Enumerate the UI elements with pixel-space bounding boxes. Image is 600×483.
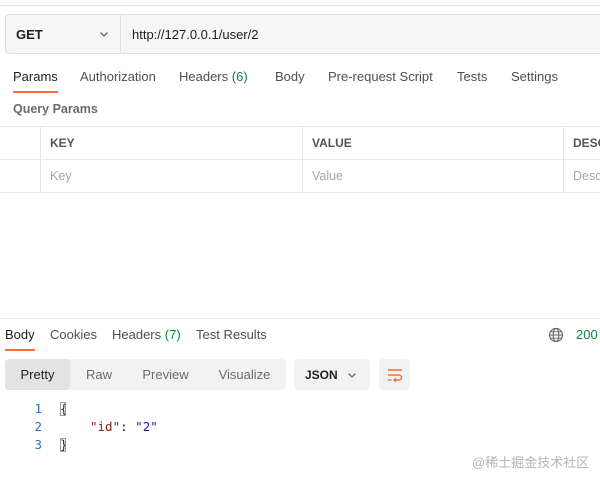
response-tab-body-label: Body — [5, 327, 35, 342]
url-text: http://127.0.0.1/user/2 — [132, 26, 259, 42]
json-separator: : — [120, 419, 136, 434]
top-divider — [0, 5, 600, 6]
tab-authorization-label: Authorization — [80, 69, 156, 84]
request-bar: GET http://127.0.0.1/user/2 — [5, 14, 600, 54]
response-tab-test-results-label: Test Results — [196, 327, 267, 342]
tab-pre-request-script-label: Pre-request Script — [328, 69, 433, 84]
method-label: GET — [16, 26, 43, 42]
response-status-code: 200 — [576, 327, 598, 342]
code-line: 2 "id": "2" — [0, 418, 600, 436]
params-table: KEY VALUE DESC Key Value Desc — [0, 126, 600, 193]
tab-params[interactable]: Params — [13, 66, 58, 93]
tab-tests-label: Tests — [457, 69, 488, 84]
tab-settings[interactable]: Settings — [511, 66, 558, 88]
line-number: 1 — [34, 401, 42, 416]
chevron-down-icon — [348, 372, 356, 378]
response-body-code: 1 { 2 "id": "2" 3 } — [0, 400, 600, 454]
tab-body-label: Body — [275, 69, 305, 84]
watermark: @稀土掘金技术社区 — [472, 455, 590, 470]
tab-headers-count: (6) — [231, 69, 248, 84]
value-input[interactable]: Value — [303, 160, 564, 192]
close-brace: } — [60, 437, 68, 452]
key-input[interactable]: Key — [41, 160, 303, 192]
params-header-row: KEY VALUE DESC — [0, 127, 600, 160]
response-tab-headers-label: Headers — [112, 327, 162, 342]
tab-tests[interactable]: Tests — [457, 66, 487, 88]
url-input[interactable]: http://127.0.0.1/user/2 — [121, 15, 600, 53]
query-params-title: Query Params — [13, 102, 98, 116]
tab-headers[interactable]: Headers (6) — [179, 66, 248, 88]
row-checkbox-cell — [0, 160, 41, 192]
col-key-header: KEY — [41, 127, 303, 159]
response-tab-headers[interactable]: Headers (7) — [112, 324, 181, 346]
open-brace: { — [60, 401, 68, 416]
tab-params-label: Params — [13, 69, 58, 84]
description-input[interactable]: Desc — [564, 160, 600, 192]
view-mode-group: Pretty Raw Preview Visualize — [5, 359, 286, 390]
tab-headers-label: Headers — [179, 69, 229, 84]
postman-window: GET http://127.0.0.1/user/2 Params Autho… — [0, 0, 600, 483]
view-visualize-button[interactable]: Visualize — [203, 359, 286, 390]
col-description-header: DESC — [573, 136, 600, 150]
response-tab-cookies-label: Cookies — [50, 327, 97, 342]
tab-settings-label: Settings — [511, 69, 558, 84]
tab-pre-request-script[interactable]: Pre-request Script — [328, 66, 433, 88]
response-tab-test-results[interactable]: Test Results — [196, 324, 267, 346]
wrap-lines-icon — [387, 368, 402, 382]
response-tab-headers-count: (7) — [164, 327, 181, 342]
method-select[interactable]: GET — [6, 15, 121, 53]
format-label: JSON — [305, 367, 338, 382]
json-value: "2" — [135, 419, 158, 434]
wrap-lines-button[interactable] — [379, 359, 410, 390]
code-line: 1 { — [0, 400, 600, 418]
col-value-header: VALUE — [303, 127, 564, 159]
line-number: 3 — [34, 437, 42, 452]
params-check-col — [0, 127, 41, 159]
view-raw-button[interactable]: Raw — [70, 359, 128, 390]
view-preview-button[interactable]: Preview — [128, 359, 203, 390]
response-tabs: Body Cookies Headers (7) Test Results — [0, 324, 600, 351]
request-tabs: Params Authorization Headers (6) Body Pr… — [0, 66, 600, 94]
chevron-down-icon — [100, 32, 108, 37]
response-divider — [0, 318, 600, 319]
line-number: 2 — [34, 419, 42, 434]
json-key: "id" — [90, 419, 121, 434]
tab-body[interactable]: Body — [275, 66, 305, 88]
response-tab-cookies[interactable]: Cookies — [50, 324, 97, 346]
view-pretty-button[interactable]: Pretty — [5, 359, 70, 390]
params-empty-row: Key Value Desc — [0, 160, 600, 193]
tab-authorization[interactable]: Authorization — [80, 66, 156, 88]
globe-icon[interactable] — [548, 327, 564, 343]
format-select[interactable]: JSON — [294, 359, 370, 390]
response-tab-body[interactable]: Body — [5, 324, 35, 351]
